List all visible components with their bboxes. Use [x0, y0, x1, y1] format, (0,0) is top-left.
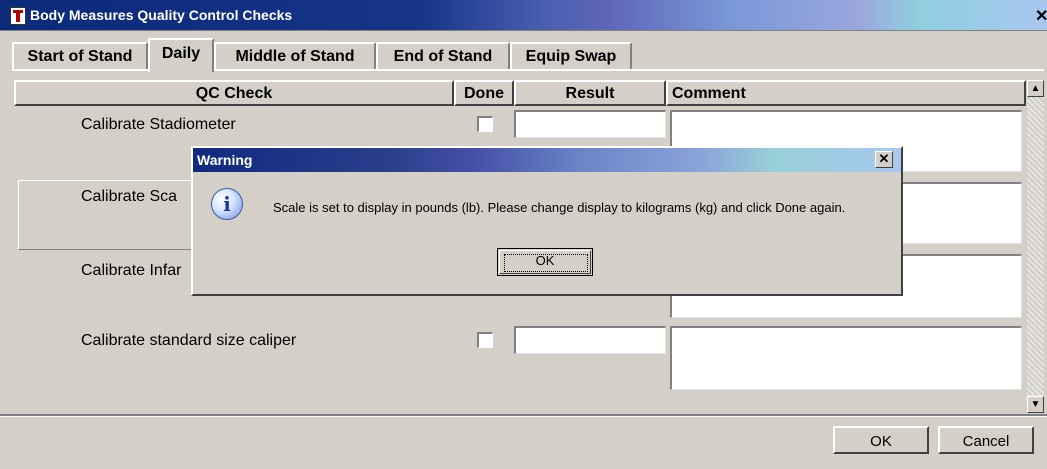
dialog-ok-button[interactable]: OK — [497, 248, 593, 276]
scroll-track[interactable] — [1027, 97, 1044, 395]
column-header-done[interactable]: Done — [454, 80, 514, 106]
dialog-message: Scale is set to display in pounds (lb). … — [273, 200, 846, 215]
warning-dialog: Warning ✕ i Scale is set to display in p… — [191, 146, 903, 296]
dialog-title-bar: Warning ✕ — [193, 148, 901, 172]
ok-button[interactable]: OK — [833, 426, 929, 454]
row-label-caliper: Calibrate standard size caliper — [81, 332, 297, 349]
window-title: Body Measures Quality Control Checks — [30, 7, 293, 23]
scroll-up-icon[interactable]: ▲ — [1027, 80, 1044, 97]
cancel-button[interactable]: Cancel — [938, 426, 1034, 454]
dialog-close-icon[interactable]: ✕ — [875, 151, 893, 168]
done-checkbox[interactable] — [477, 332, 493, 348]
row-label-stadiometer: Calibrate Stadiometer — [81, 116, 236, 133]
tab-start-of-stand[interactable]: Start of Stand — [12, 42, 148, 70]
focus-rect — [504, 254, 588, 272]
result-input[interactable] — [514, 326, 666, 354]
done-checkbox[interactable] — [477, 116, 493, 132]
row-label-infant: Calibrate Infar — [81, 262, 182, 279]
footer-divider — [0, 414, 1047, 417]
tab-end-of-stand[interactable]: End of Stand — [376, 42, 510, 70]
grid-scrollbar[interactable]: ▲ ▼ — [1027, 80, 1044, 413]
information-icon: i — [211, 188, 243, 220]
dialog-title: Warning — [197, 152, 253, 168]
column-header-comment[interactable]: Comment — [666, 80, 1026, 106]
scroll-down-icon[interactable]: ▼ — [1027, 396, 1044, 413]
column-header-qc-check[interactable]: QC Check — [14, 80, 454, 106]
column-header-result[interactable]: Result — [514, 80, 666, 106]
dialog-ok-label: OK — [499, 250, 591, 274]
comment-input[interactable] — [670, 326, 1022, 390]
row-label-scale: Calibrate Sca — [81, 188, 178, 205]
tab-equip-swap[interactable]: Equip Swap — [510, 42, 632, 70]
tab-daily[interactable]: Daily — [148, 38, 214, 72]
window-close-icon[interactable]: ✕ — [1035, 6, 1047, 26]
tab-middle-of-stand[interactable]: Middle of Stand — [214, 42, 376, 70]
app-icon — [10, 7, 26, 25]
window-title-bar: Body Measures Quality Control Checks ✕ — [0, 0, 1047, 31]
result-input[interactable] — [514, 110, 666, 138]
